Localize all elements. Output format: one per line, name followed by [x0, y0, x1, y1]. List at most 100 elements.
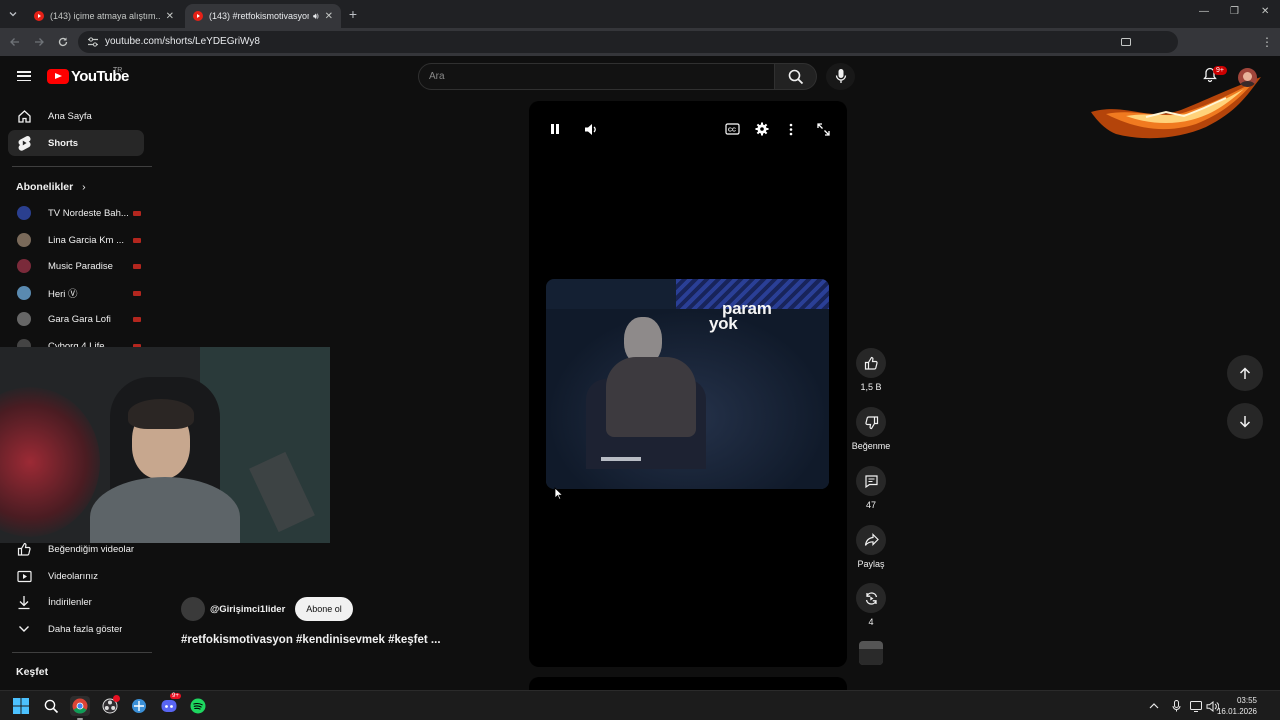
share-label: Paylaş [857, 559, 885, 569]
spotify-icon [190, 698, 206, 714]
tab-title: (143) içime atmaya alıştım.. korkuyor... [50, 11, 160, 21]
taskbar-app[interactable] [100, 695, 120, 716]
minimize-icon[interactable]: — [1199, 6, 1209, 17]
subscribe-button[interactable]: Abone ol [295, 597, 353, 621]
share-button[interactable] [856, 525, 886, 555]
microphone-tray-icon[interactable] [1169, 699, 1183, 713]
video-icon [16, 568, 32, 584]
cast-icon[interactable] [1118, 34, 1134, 50]
sidebar-item-subscription[interactable]: TV Nordeste Bah... [8, 200, 144, 226]
taskbar-app[interactable] [129, 696, 149, 716]
youtube-favicon-icon [34, 11, 44, 21]
sidebar-item-home[interactable]: Ana Sayfa [8, 103, 144, 129]
browser-menu-icon[interactable]: ⋮ [1259, 34, 1275, 50]
channel-avatar[interactable] [181, 597, 205, 621]
shorts-player[interactable]: CC param yok [529, 101, 847, 667]
comments-button[interactable] [856, 466, 886, 496]
restore-icon[interactable]: ❐ [1230, 6, 1239, 17]
previous-short-button[interactable] [1227, 355, 1263, 391]
close-tab-icon[interactable]: ✕ [166, 11, 174, 22]
channel-name[interactable]: @Girişimci1lider [210, 604, 285, 615]
channel-avatar [17, 233, 31, 247]
speaker-icon[interactable]: 🔊︎ [313, 11, 319, 22]
video-overlay-caption: param yok [709, 300, 772, 332]
youtube-logo-icon[interactable] [47, 69, 69, 84]
tab-search-button[interactable] [5, 6, 21, 22]
sidebar-item-your-videos[interactable]: Videolarınız [8, 563, 144, 589]
site-info-icon[interactable] [87, 36, 99, 48]
address-bar[interactable]: youtube.com/shorts/LeYDEGriWy8 [78, 31, 1178, 53]
sidebar-item-subscription[interactable]: Music Paradise [8, 253, 144, 279]
remix-icon [865, 591, 877, 605]
sidebar-item-subscription[interactable]: Heri Ⓥ [8, 280, 144, 306]
search-button[interactable] [775, 63, 817, 90]
account-avatar[interactable] [1238, 68, 1257, 87]
sidebar-item-label: Shorts [48, 137, 79, 149]
shorts-icon [16, 135, 32, 151]
voice-search-button[interactable] [826, 63, 855, 90]
chevron-down-icon [9, 12, 17, 17]
sidebar-item-label: Heri Ⓥ [48, 289, 78, 300]
captions-icon: CC [724, 123, 740, 135]
like-icon [16, 541, 32, 557]
reload-icon[interactable] [55, 34, 71, 50]
short-title[interactable]: #retfokismotivasyon #kendinisevmek #keşf… [181, 634, 441, 646]
like-count: 1,5 B [860, 382, 882, 392]
more-vertical-icon [789, 123, 793, 135]
back-icon[interactable] [7, 34, 23, 50]
sidebar-item-shorts[interactable]: Shorts [8, 130, 144, 156]
forward-icon[interactable] [31, 34, 47, 50]
fullscreen-button[interactable] [813, 119, 833, 139]
chevron-right-icon: › [82, 181, 86, 193]
search-placeholder: Ara [429, 71, 445, 82]
new-tab-button[interactable]: + [345, 6, 361, 22]
subscriptions-heading[interactable]: Abonelikler › [16, 181, 86, 193]
display-tray-icon[interactable] [1189, 699, 1203, 713]
taskbar-discord[interactable]: 9+ [159, 693, 181, 716]
explore-heading: Keşfet [16, 666, 49, 678]
network-app-icon [132, 699, 146, 713]
taskbar-chrome[interactable] [70, 696, 90, 716]
mouse-cursor-icon [554, 487, 563, 500]
captions-button[interactable]: CC [722, 119, 742, 139]
channel-avatar [17, 286, 31, 300]
sidebar-item-label: Beğendiğim videolar [48, 543, 135, 555]
comment-count: 47 [865, 500, 876, 510]
audio-thumbnail[interactable] [859, 641, 883, 665]
dislike-button[interactable] [856, 407, 886, 437]
notification-badge: 9+ [1213, 66, 1227, 75]
sidebar-item-subscription[interactable]: Gara Gara Lofi [8, 306, 144, 332]
channel-avatar [17, 259, 31, 273]
pause-button[interactable] [545, 119, 565, 139]
browser-tab[interactable]: (143) içime atmaya alıştım.. korkuyor...… [26, 4, 182, 28]
sidebar-item-subscription[interactable]: Lina Garcia Km ... [8, 227, 144, 253]
menu-icon[interactable] [17, 71, 31, 82]
arrow-up-icon [1239, 366, 1251, 379]
dislike-label: Beğenme [851, 441, 891, 451]
more-options-button[interactable] [781, 119, 801, 139]
tab-title: (143) #retfokismotivasyon #ke... [209, 11, 309, 21]
tray-overflow-icon[interactable] [1147, 699, 1161, 713]
close-window-icon[interactable]: ✕ [1261, 6, 1269, 17]
taskbar-spotify[interactable] [188, 696, 208, 716]
live-indicator-icon [133, 211, 141, 216]
windows-logo-icon [13, 698, 29, 714]
sidebar-item-label: TV Nordeste Bah... [48, 207, 129, 219]
next-short-button[interactable] [1227, 403, 1263, 439]
start-button[interactable] [11, 696, 31, 716]
like-button[interactable] [856, 348, 886, 378]
close-tab-icon[interactable]: ✕ [325, 11, 333, 22]
live-indicator-icon [133, 317, 141, 322]
browser-tab-active[interactable]: (143) #retfokismotivasyon #ke... 🔊︎ ✕ [185, 4, 341, 28]
region-code: TR [113, 67, 123, 74]
remix-button[interactable] [856, 583, 886, 613]
sidebar-item-label: İndirilenler [48, 596, 92, 608]
volume-button[interactable] [581, 119, 601, 139]
sidebar-item-show-more[interactable]: Daha fazla göster [8, 616, 144, 642]
search-input[interactable]: Ara [418, 63, 775, 90]
taskbar-search-button[interactable] [41, 696, 61, 716]
system-clock[interactable]: 03:55 16.01.2026 [1217, 695, 1257, 717]
sidebar-item-downloads[interactable]: İndirilenler [8, 589, 144, 615]
sidebar-item-label: Ana Sayfa [48, 110, 92, 122]
settings-button[interactable] [752, 119, 772, 139]
